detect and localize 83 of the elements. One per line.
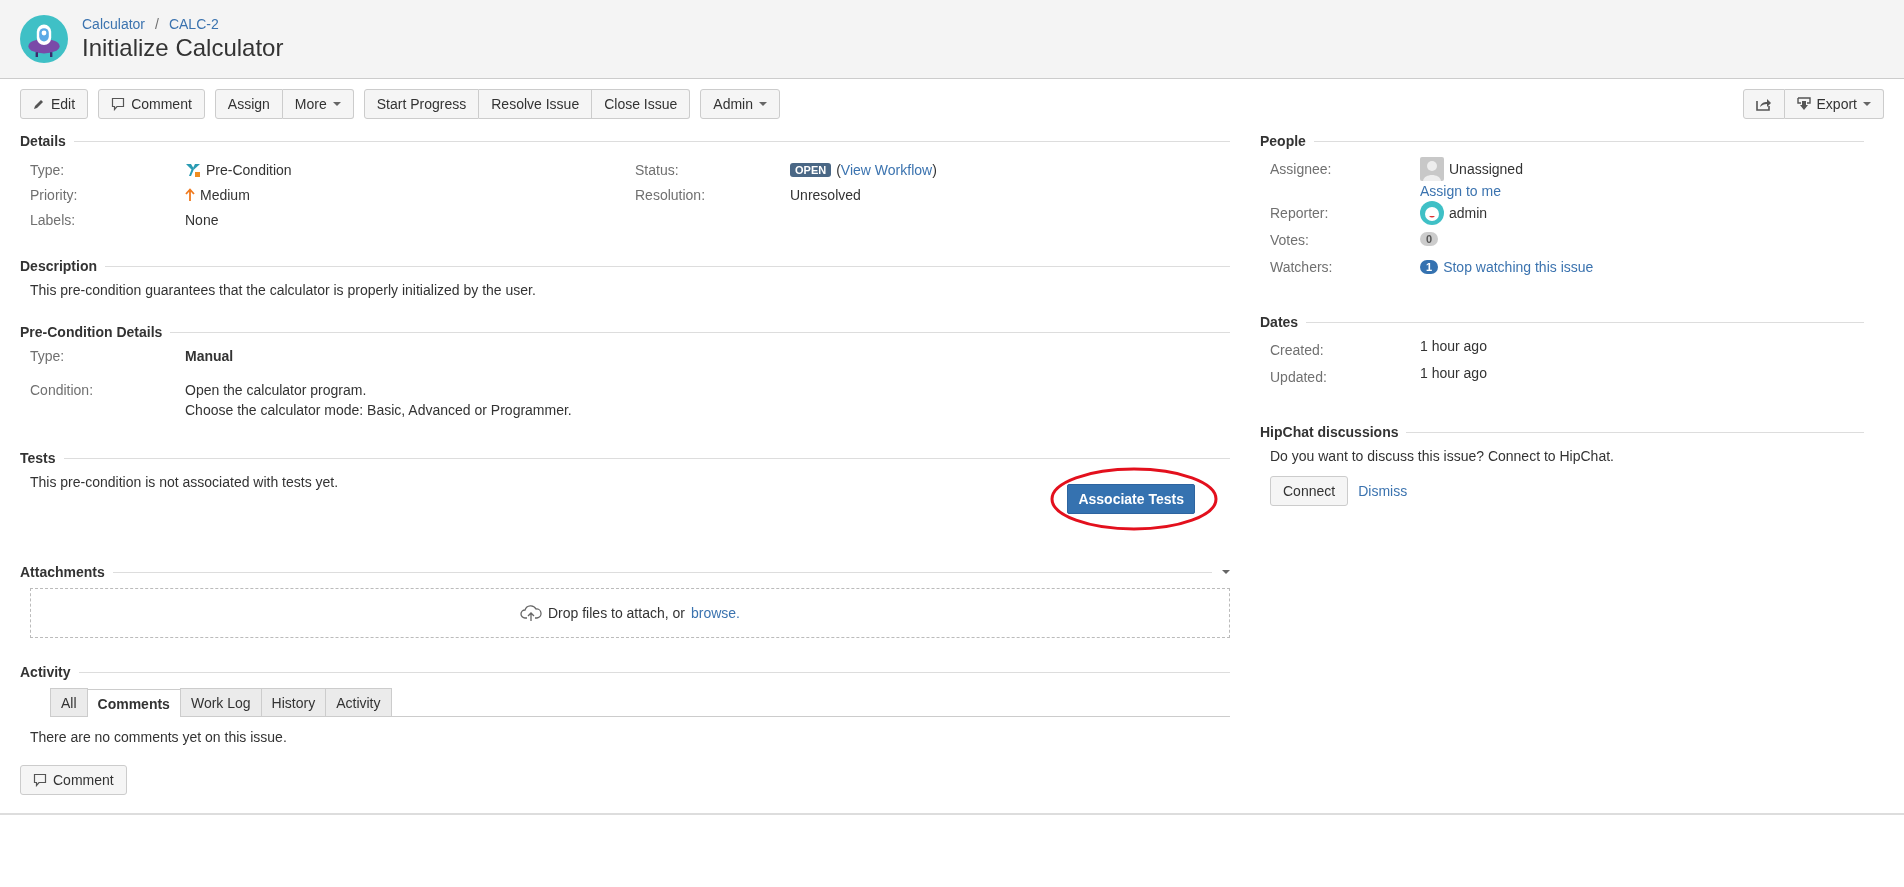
field-value: Unassigned	[1449, 161, 1523, 177]
toolbar-button[interactable]	[1742, 89, 1785, 119]
section-heading: Attachments	[20, 564, 105, 580]
toolbar-button[interactable]: Assign	[214, 89, 283, 119]
paren-text: (	[836, 161, 841, 178]
drop-text: Drop files to attach, or	[548, 605, 685, 621]
empty-comments-text: There are no comments yet on this issue.	[30, 729, 288, 745]
field-value: Unresolved	[790, 186, 861, 203]
toolbar-button[interactable]: Resolve Issue	[479, 89, 593, 119]
browse-link[interactable]: browse.	[690, 605, 740, 621]
section-heading: Dates	[1260, 314, 1299, 330]
assign-to-me-link[interactable]: Assign to me	[1420, 183, 1501, 199]
activity-tab[interactable]: Activity	[325, 688, 392, 716]
section-heading: People	[1260, 133, 1306, 149]
toolbar-button[interactable]: More	[282, 89, 354, 119]
field-value: Pre-Condition	[206, 161, 292, 178]
connect-button[interactable]: Connect	[1270, 476, 1349, 506]
comment-icon	[33, 773, 47, 787]
toolbar-button[interactable]: Edit	[20, 89, 89, 119]
caret-icon[interactable]	[1222, 570, 1230, 574]
associate-tests-button[interactable]: Associate Tests	[1067, 484, 1195, 514]
field-label: Updated:	[1270, 368, 1328, 387]
user-silhouette-icon	[1420, 157, 1444, 181]
field-label: Type:	[30, 348, 66, 364]
hipchat-prompt: Do you want to discuss this issue? Connect to HipChat.	[1270, 448, 1615, 464]
arrow-up-icon	[185, 187, 195, 202]
view-workflow-link[interactable]: View Workflow	[840, 161, 933, 178]
comment-button[interactable]: Comment	[20, 765, 127, 795]
toolbar-button[interactable]: Export	[1784, 89, 1884, 119]
pencil-icon	[33, 98, 45, 110]
field-label: Labels:	[30, 211, 77, 228]
breadcrumb-separator: /	[155, 16, 159, 32]
section-heading: Activity	[20, 664, 71, 680]
field-value: None	[185, 211, 219, 228]
field-value: Medium	[200, 186, 250, 203]
field-value: admin	[1449, 205, 1488, 221]
toolbar-button[interactable]: Close Issue	[592, 89, 691, 119]
section-heading: Tests	[20, 450, 56, 466]
breadcrumb-link[interactable]: CALC-2	[168, 16, 219, 32]
description-text: This pre-condition guarantees that the calculator is properly initialized by the user.	[30, 282, 537, 298]
field-label: Priority:	[30, 186, 79, 203]
field-value: 1 hour ago	[1420, 365, 1487, 381]
toolbar-button[interactable]: Admin	[700, 89, 780, 119]
toolbar-button[interactable]: Start Progress	[363, 89, 480, 119]
cloud-upload-icon	[520, 604, 542, 622]
precondition-type-icon	[185, 161, 201, 178]
section-heading: Description	[20, 258, 97, 274]
condition-text: Open the calculator program.	[185, 381, 368, 400]
field-label: Type:	[30, 161, 66, 178]
field-label: Condition:	[30, 381, 95, 400]
field-value: Manual	[185, 348, 234, 364]
share-icon	[1755, 97, 1772, 111]
section-heading: Pre-Condition Details	[20, 324, 163, 340]
status-lozenge: OPEN	[790, 162, 832, 177]
votes-count: 0	[1420, 232, 1439, 246]
field-label: Votes:	[1270, 231, 1310, 250]
activity-tab[interactable]: Work Log	[179, 688, 262, 716]
activity-tab[interactable]: History	[260, 688, 327, 716]
field-label: Status:	[635, 161, 680, 178]
field-label: Reporter:	[1270, 204, 1330, 223]
watchers-count: 1	[1420, 260, 1439, 274]
field-label: Created:	[1270, 341, 1325, 360]
stop-watching-link[interactable]: Stop watching this issue	[1443, 259, 1594, 275]
section-heading: HipChat discussions	[1260, 424, 1399, 440]
comment-icon	[111, 97, 126, 111]
project-avatar-icon	[20, 15, 68, 63]
activity-tab[interactable]: Comments	[86, 689, 181, 717]
user-avatar-icon	[1420, 201, 1444, 225]
paren-text: )	[932, 161, 937, 178]
field-label: Watchers:	[1270, 258, 1334, 277]
download-icon	[1796, 97, 1811, 111]
breadcrumb-link[interactable]: Calculator	[82, 16, 146, 32]
field-label: Resolution:	[635, 186, 707, 203]
condition-text: Choose the calculator mode: Basic, Advanced or Programmer.	[185, 401, 572, 420]
tests-message: This pre-condition is not associated with tests yet.	[30, 474, 339, 490]
section-heading: Details	[20, 133, 66, 149]
dismiss-link[interactable]: Dismiss	[1358, 483, 1408, 499]
field-value: 1 hour ago	[1420, 338, 1487, 354]
field-label: Assignee:	[1270, 160, 1333, 179]
toolbar-button[interactable]: Comment	[98, 89, 205, 119]
file-drop-zone[interactable]: Drop files to attach, or browse.	[30, 588, 1230, 638]
activity-tab[interactable]: All	[50, 688, 88, 716]
issue-title: Initialize Calculator	[82, 34, 284, 62]
